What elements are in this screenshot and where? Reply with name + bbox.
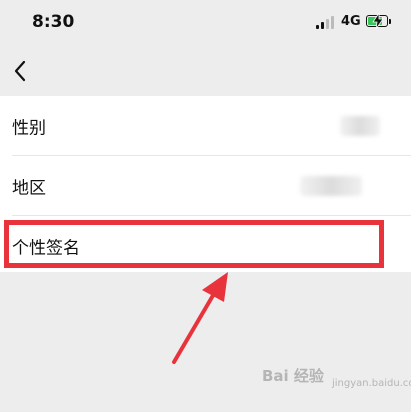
chevron-left-icon (14, 60, 26, 82)
list-item-gender[interactable]: 性别 (0, 96, 411, 155)
row-label-gender: 性别 (12, 118, 46, 138)
row-label-region: 地区 (12, 178, 46, 198)
signal-icon (316, 15, 336, 29)
back-button[interactable] (6, 56, 36, 86)
network-type-label: 4G (341, 14, 361, 29)
status-bar: 8:30 4G (0, 0, 411, 46)
watermark-logo: Bai 经验 (262, 367, 324, 385)
watermark-url: jingyan.baidu.com (332, 378, 411, 389)
row-label-signature: 个性签名 (12, 238, 80, 258)
status-time: 8:30 (32, 12, 75, 32)
list-item-region[interactable]: 地区 (0, 156, 411, 215)
nav-bar (0, 46, 411, 96)
pointer-arrow-icon (172, 272, 228, 364)
charging-bolt-icon (372, 13, 384, 29)
blurred-region-value (300, 175, 362, 196)
blurred-gender-value (340, 115, 380, 136)
battery-cap (389, 19, 391, 24)
profile-settings-list: 性别 地区 个性签名 (0, 96, 411, 272)
list-item-signature[interactable]: 个性签名 (0, 216, 411, 275)
